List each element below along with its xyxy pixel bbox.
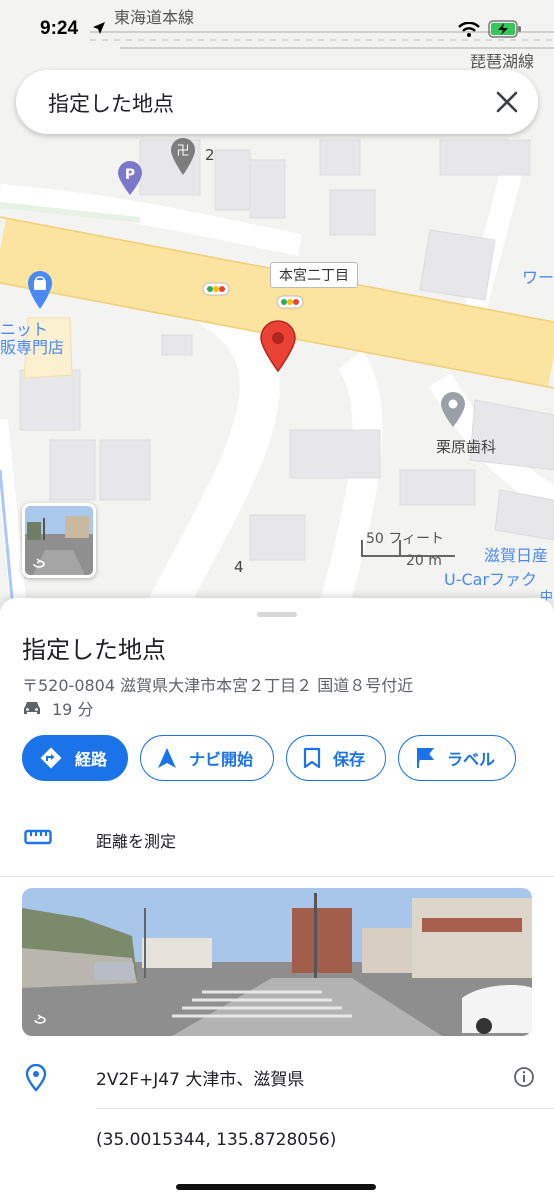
navigate-label: ナビ開始	[189, 750, 254, 769]
street-view-photo[interactable]	[22, 888, 532, 1036]
search-query[interactable]: 指定した地点	[48, 88, 174, 118]
clinic-label: 栗原歯科	[436, 438, 497, 456]
dealer-label-2: U-Carファク	[444, 570, 538, 589]
directions-icon	[40, 747, 62, 769]
navigate-button[interactable]: ナビ開始	[140, 735, 275, 781]
close-icon[interactable]	[494, 89, 520, 115]
wifi-icon	[458, 22, 480, 37]
flag-icon	[417, 748, 435, 768]
place-address: 〒520-0804 滋賀県大津市本宮２丁目２ 国道８号付近	[22, 676, 414, 695]
plus-code-text: 2V2F+J47 大津市、滋賀県	[96, 1070, 305, 1090]
ruler-icon	[24, 829, 52, 845]
scale-meters-label: 20 m	[406, 553, 442, 569]
parking-icon[interactable]: P	[116, 160, 144, 200]
save-label: 保存	[333, 750, 366, 769]
save-button[interactable]: 保存	[286, 735, 387, 781]
traffic-signal-icon	[276, 295, 304, 309]
action-chips: 経路 ナビ開始 保存 ラベル	[22, 735, 517, 781]
measure-distance-row[interactable]: 距離を測定	[0, 808, 554, 870]
street-view-thumbnail[interactable]	[22, 503, 96, 578]
rotate-360-icon	[34, 1014, 46, 1024]
status-time: 9:24	[40, 18, 79, 39]
place-title: 指定した地点	[22, 636, 166, 664]
location-arrow-icon	[93, 22, 105, 34]
info-icon[interactable]	[513, 1066, 535, 1088]
temple-count-label: 2	[205, 146, 215, 164]
intersection-label: 本宮二丁目	[270, 262, 358, 288]
status-bar: 9:24	[0, 0, 554, 56]
bookmark-icon	[303, 747, 321, 769]
temple-icon[interactable]: 卍	[170, 138, 196, 180]
traffic-signal-icon	[202, 282, 230, 296]
place-sheet[interactable]: 指定した地点 〒520-0804 滋賀県大津市本宮２丁目２ 国道８号付近 19 …	[0, 598, 554, 1200]
coordinates-row[interactable]: (35.0015344, 135.8728056)	[0, 1112, 554, 1168]
dropped-pin-icon[interactable]	[259, 320, 297, 376]
navigation-arrow-icon	[158, 748, 177, 768]
coordinates-text: (35.0015344, 135.8728056)	[96, 1130, 337, 1150]
rotate-360-icon	[33, 558, 45, 568]
home-indicator[interactable]	[176, 1184, 376, 1190]
map-view[interactable]: 東海道本線 琵琶湖線 P 卍 2 ニット 販専門店 本宮二丁目 ワー 栗原歯科 …	[0, 0, 554, 620]
plus-code-row[interactable]: 2V2F+J47 大津市、滋賀県	[0, 1048, 554, 1104]
scale-feet-label: 50 フィート	[366, 531, 444, 547]
svg-text:P: P	[125, 167, 135, 183]
car-icon	[24, 702, 40, 714]
location-pin-icon	[25, 1064, 47, 1092]
map-label-right: ワー	[522, 268, 554, 287]
label-label: ラベル	[447, 750, 496, 769]
travel-time: 19 分	[22, 696, 93, 720]
search-bar[interactable]: 指定した地点	[16, 70, 538, 134]
directions-label: 経路	[75, 750, 108, 769]
measure-distance-label: 距離を測定	[96, 832, 177, 851]
battery-charging-icon	[488, 20, 521, 38]
dealer-label-1: 滋賀日産	[484, 546, 549, 565]
sheet-grabber[interactable]	[257, 612, 297, 617]
label-button[interactable]: ラベル	[398, 735, 517, 781]
divider	[96, 1108, 554, 1109]
svg-text:卍: 卍	[176, 144, 189, 159]
store-label-2: 販専門店	[0, 338, 65, 357]
block-number-label: 4	[234, 558, 244, 576]
clinic-icon[interactable]	[440, 392, 466, 432]
directions-button[interactable]: 経路	[22, 735, 129, 781]
travel-time-value: 19 分	[52, 700, 94, 719]
divider	[0, 876, 554, 877]
shopping-icon[interactable]	[26, 270, 54, 314]
